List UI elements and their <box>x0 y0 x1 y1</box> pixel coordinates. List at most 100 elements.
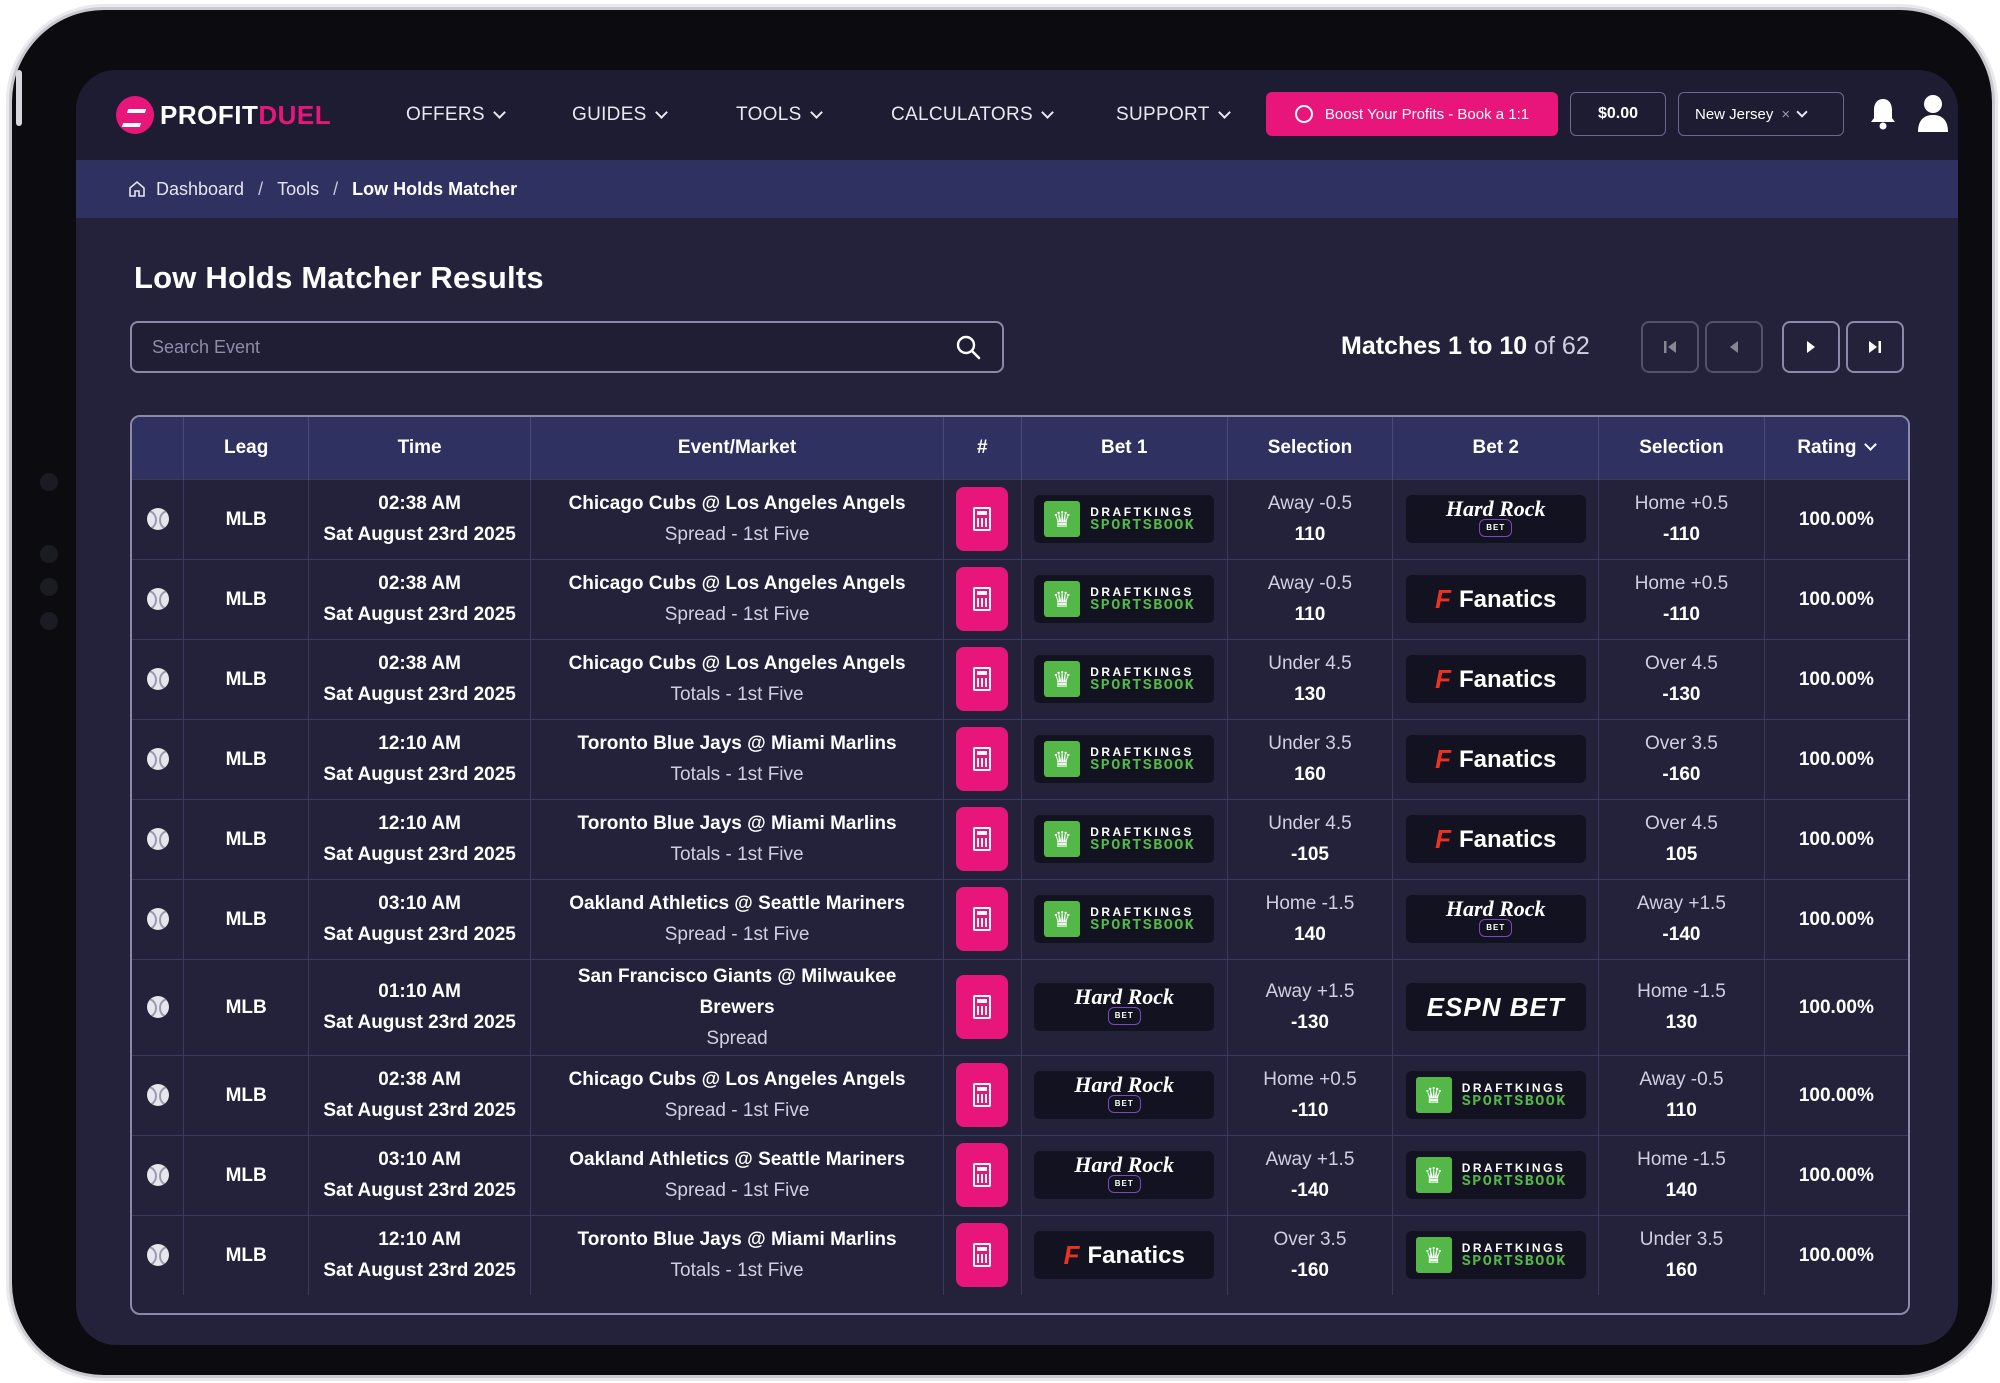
time-value: 12:10 AM <box>378 1229 461 1251</box>
first-page-button[interactable] <box>1641 321 1699 373</box>
event-name: Toronto Blue Jays @ Miami Marlins <box>577 1229 897 1251</box>
calculator-button[interactable] <box>956 487 1009 551</box>
breadcrumb-tools[interactable]: Tools <box>277 179 319 200</box>
hardrock-logo[interactable]: Hard Rock BET <box>1034 983 1215 1031</box>
logo-line: Hard Rock <box>1074 1072 1175 1097</box>
boost-profits-button[interactable]: Boost Your Profits - Book a 1:1 <box>1266 92 1558 136</box>
nav-support[interactable]: SUPPORT <box>1116 70 1231 160</box>
draftkings-logo[interactable]: DRAFTKINGSSPORTSBOOK <box>1034 895 1215 943</box>
draftkings-crown-icon <box>1044 581 1081 617</box>
chevron-down-icon <box>492 105 506 119</box>
nav-offers[interactable]: OFFERS <box>406 70 506 160</box>
logo[interactable]: PROFITDUEL <box>116 94 331 136</box>
table-row[interactable]: MLB 03:10 AM Sat August 23rd 2025 Oakland… <box>132 1134 1908 1215</box>
fanatics-logo[interactable]: F Fanatics <box>1405 815 1586 863</box>
time-value: 01:10 AM <box>378 981 461 1002</box>
boost-label: Boost Your Profits - Book a 1:1 <box>1324 105 1530 123</box>
calculator-icon <box>973 587 992 611</box>
selection-label: Home +0.5 <box>1634 573 1729 594</box>
balance-button[interactable]: $0.00 <box>1570 92 1666 136</box>
table-row[interactable]: MLB 02:38 AM Sat August 23rd 2025 Chicago… <box>132 478 1908 559</box>
market-name: Totals - 1st Five <box>670 844 804 865</box>
selection1-cell: Away +1.5 -130 <box>1227 958 1394 1055</box>
col-event[interactable]: Event/Market <box>530 417 944 479</box>
state-select[interactable]: New Jersey × <box>1678 92 1844 136</box>
draftkings-logo[interactable]: DRAFTKINGSSPORTSBOOK <box>1405 1151 1586 1199</box>
selection1-cell: Away -0.5 110 <box>1227 478 1394 559</box>
breadcrumb-dashboard[interactable]: Dashboard <box>156 179 244 200</box>
table-row[interactable]: MLB 12:10 AM Sat August 23rd 2025 Toronto… <box>132 798 1908 879</box>
col-rating[interactable]: Rating <box>1764 417 1908 479</box>
draftkings-logo[interactable]: DRAFTKINGSSPORTSBOOK <box>1034 575 1215 623</box>
col-time[interactable]: Time <box>308 417 532 479</box>
chevron-down-icon <box>1864 437 1878 451</box>
calculator-button[interactable] <box>956 567 1009 631</box>
nav-tools[interactable]: TOOLS <box>736 70 823 160</box>
hardrock-logo[interactable]: Hard Rock BET <box>1034 1071 1215 1119</box>
bell-icon[interactable] <box>1868 96 1898 132</box>
nav-calculators[interactable]: CALCULATORS <box>891 70 1054 160</box>
search-input[interactable] <box>152 336 954 358</box>
fanatics-logo[interactable]: F Fanatics <box>1405 735 1586 783</box>
nav-guides[interactable]: GUIDES <box>572 70 668 160</box>
event-cell: Chicago Cubs @ Los Angeles Angels Spread … <box>530 478 944 559</box>
calculator-icon <box>973 507 992 531</box>
calculator-button[interactable] <box>956 727 1009 791</box>
selection2-cell: Over 4.5 -130 <box>1598 638 1765 719</box>
draftkings-crown-icon <box>1415 1237 1452 1274</box>
league-cell: MLB <box>183 478 309 559</box>
calculator-button[interactable] <box>956 1143 1009 1207</box>
last-page-button[interactable] <box>1846 321 1904 373</box>
calc-cell <box>943 478 1022 559</box>
user-avatar-icon[interactable] <box>1916 94 1950 132</box>
fanatics-logo[interactable]: F Fanatics <box>1405 575 1586 623</box>
draftkings-logo[interactable]: DRAFTKINGSSPORTSBOOK <box>1034 495 1215 543</box>
chevron-down-icon <box>809 105 823 119</box>
fanatics-logo[interactable]: F Fanatics <box>1405 655 1586 703</box>
logo-line: Fanatics <box>1458 665 1557 693</box>
selection-odds: -130 <box>1662 684 1701 705</box>
hardrock-logo[interactable]: Hard Rock BET <box>1405 895 1586 943</box>
table-row[interactable]: MLB 03:10 AM Sat August 23rd 2025 Oakland… <box>132 878 1908 959</box>
fanatics-logo[interactable]: F Fanatics <box>1034 1231 1215 1280</box>
bet1-cell: DRAFTKINGSSPORTSBOOK <box>1021 878 1228 959</box>
table-row[interactable]: MLB 01:10 AM Sat August 23rd 2025 San Fra… <box>132 958 1908 1055</box>
draftkings-logo[interactable]: DRAFTKINGSSPORTSBOOK <box>1034 815 1215 863</box>
col-league[interactable]: Leag <box>183 417 309 479</box>
calculator-button[interactable] <box>956 975 1009 1039</box>
event-cell: San Francisco Giants @ Milwaukee Brewers… <box>530 958 944 1055</box>
calculator-button[interactable] <box>956 807 1009 871</box>
calculator-button[interactable] <box>956 887 1009 951</box>
table-row[interactable]: MLB 02:38 AM Sat August 23rd 2025 Chicago… <box>132 638 1908 719</box>
rating-cell: 100.00% <box>1764 798 1908 879</box>
sport-cell <box>132 718 185 799</box>
draftkings-logo[interactable]: DRAFTKINGSSPORTSBOOK <box>1405 1071 1586 1119</box>
draftkings-logo[interactable]: DRAFTKINGSSPORTSBOOK <box>1034 735 1215 783</box>
calculator-button[interactable] <box>956 647 1009 711</box>
draftkings-logo[interactable]: DRAFTKINGSSPORTSBOOK <box>1405 1231 1586 1280</box>
selection-label: Home -1.5 <box>1265 893 1355 914</box>
clear-icon[interactable]: × <box>1781 106 1790 123</box>
calculator-icon <box>973 827 992 851</box>
selection-label: Home -1.5 <box>1637 981 1726 1002</box>
col-bet1[interactable]: Bet 1 <box>1021 417 1228 479</box>
table-row[interactable]: MLB 02:38 AM Sat August 23rd 2025 Chicago… <box>132 558 1908 639</box>
draftkings-logo[interactable]: DRAFTKINGSSPORTSBOOK <box>1034 655 1215 703</box>
search-icon[interactable] <box>954 333 982 361</box>
next-page-button[interactable] <box>1782 321 1840 373</box>
hardrock-logo[interactable]: Hard Rock BET <box>1405 495 1586 543</box>
col-selection2[interactable]: Selection <box>1598 417 1765 479</box>
calculator-button[interactable] <box>956 1223 1009 1288</box>
logo-line: BET <box>1107 1095 1141 1113</box>
table-row[interactable]: MLB 12:10 AM Sat August 23rd 2025 Toronto… <box>132 718 1908 799</box>
col-bet2[interactable]: Bet 2 <box>1392 417 1600 479</box>
hardrock-logo[interactable]: Hard Rock BET <box>1034 1151 1215 1199</box>
col-selection1[interactable]: Selection <box>1227 417 1394 479</box>
selection-odds: 110 <box>1294 524 1326 545</box>
table-row[interactable]: MLB 12:10 AM Sat August 23rd 2025 Toronto… <box>132 1214 1908 1295</box>
calculator-button[interactable] <box>956 1063 1009 1127</box>
table-row[interactable]: MLB 02:38 AM Sat August 23rd 2025 Chicago… <box>132 1054 1908 1135</box>
espnbet-logo[interactable]: ESPN BET <box>1405 983 1586 1031</box>
prev-page-button[interactable] <box>1705 321 1763 373</box>
logo-line: Hard Rock <box>1445 496 1546 521</box>
